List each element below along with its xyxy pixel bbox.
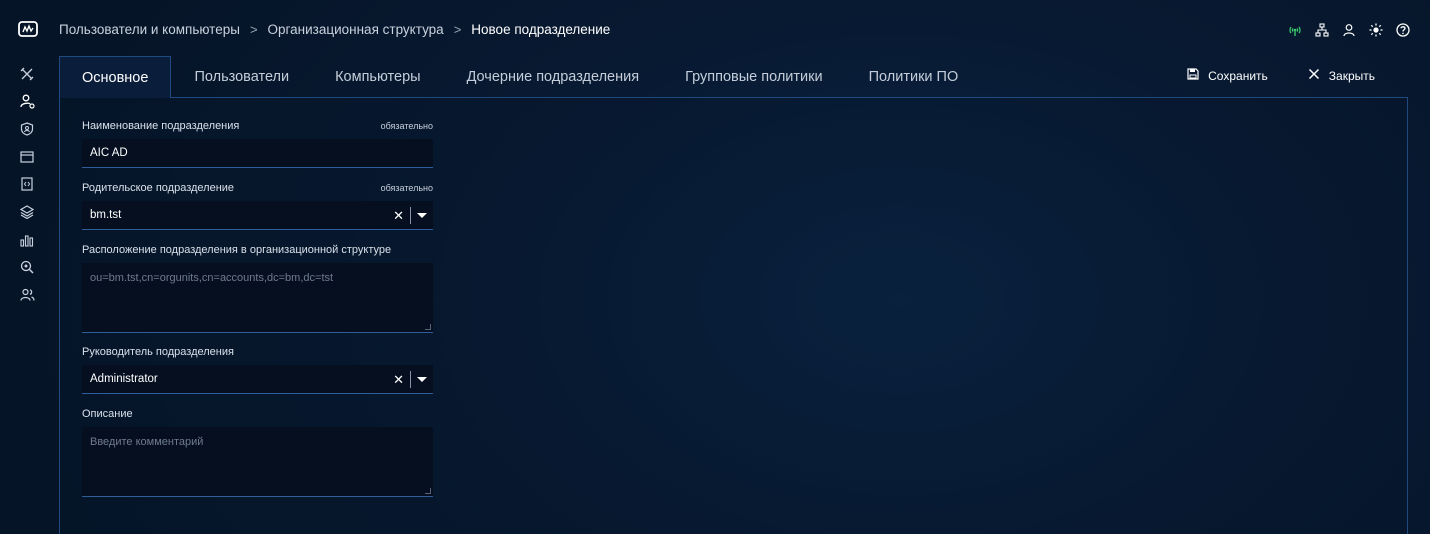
unit-name-input[interactable]: AIC AD	[82, 139, 433, 168]
unit-manager-select[interactable]: Administrator ✕	[82, 365, 433, 394]
tab-child-units[interactable]: Дочерние подразделения	[444, 56, 663, 98]
select-divider	[410, 371, 411, 388]
unit-name-label: Наименование подразделения	[82, 120, 240, 132]
wifi-icon[interactable]	[1287, 22, 1302, 37]
parent-unit-value: bm.tst	[90, 209, 122, 221]
field-description: Описание Введите комментарий	[82, 408, 433, 497]
save-icon	[1187, 68, 1199, 83]
tab-group-policies[interactable]: Групповые политики	[662, 56, 846, 98]
breadcrumb-item-org-structure[interactable]: Организационная структура	[268, 22, 444, 37]
field-unit-manager: Руководитель подразделения Administrator…	[82, 346, 433, 394]
users-settings-icon[interactable]	[19, 94, 35, 110]
unit-location-label: Расположение подразделения в организацио…	[82, 244, 392, 256]
description-textarea[interactable]: Введите комментарий	[82, 427, 433, 497]
window-icon[interactable]	[19, 149, 35, 165]
close-button[interactable]: Закрыть	[1308, 68, 1375, 83]
help-icon[interactable]	[1395, 22, 1410, 37]
sidebar	[19, 66, 37, 314]
save-label: Сохранить	[1208, 68, 1268, 83]
user-icon[interactable]	[1341, 22, 1356, 37]
description-placeholder: Введите комментарий	[90, 436, 204, 448]
breadcrumb-item-current: Новое подразделение	[471, 22, 611, 37]
tab-software-policies[interactable]: Политики ПО	[846, 56, 982, 98]
clear-parent-icon[interactable]: ✕	[393, 208, 404, 224]
clear-manager-icon[interactable]: ✕	[393, 372, 404, 388]
tab-computers[interactable]: Компьютеры	[312, 56, 443, 98]
chevron-down-icon[interactable]	[417, 213, 427, 218]
unit-manager-label: Руководитель подразделения	[82, 346, 234, 358]
breadcrumb: Пользователи и компьютеры > Организацион…	[59, 22, 610, 37]
resize-handle-icon[interactable]	[425, 488, 431, 494]
unit-location-textarea[interactable]: ou=bm.tst,cn=orgunits,cn=accounts,dc=bm,…	[82, 263, 433, 333]
field-parent-unit: Родительское подразделение обязательно b…	[82, 182, 433, 230]
zoom-search-icon[interactable]	[19, 259, 35, 275]
tab-general[interactable]: Основное	[59, 56, 172, 98]
network-icon[interactable]	[1314, 22, 1329, 37]
unit-location-value: ou=bm.tst,cn=orgunits,cn=accounts,dc=bm,…	[90, 272, 334, 284]
field-unit-location: Расположение подразделения в организацио…	[82, 244, 433, 333]
parent-unit-select[interactable]: bm.tst ✕	[82, 201, 433, 230]
breadcrumb-separator: >	[453, 22, 462, 37]
bar-chart-icon[interactable]	[19, 232, 35, 248]
header-toolbar	[1287, 22, 1410, 37]
tab-users[interactable]: Пользователи	[171, 56, 312, 98]
field-unit-name: Наименование подразделения обязательно A…	[82, 120, 433, 168]
shield-icon[interactable]	[19, 121, 35, 137]
resize-handle-icon[interactable]	[425, 324, 431, 330]
unit-manager-value: Administrator	[90, 373, 158, 385]
code-file-icon[interactable]	[19, 176, 35, 192]
close-label: Закрыть	[1328, 68, 1375, 83]
description-label: Описание	[82, 408, 133, 420]
tab-bar: Основное Пользователи Компьютеры Дочерни…	[59, 56, 981, 98]
tools-icon[interactable]	[19, 66, 35, 82]
sun-icon[interactable]	[1368, 22, 1383, 37]
breadcrumb-item-users-computers[interactable]: Пользователи и компьютеры	[59, 22, 240, 37]
unit-name-value: AIC AD	[90, 147, 128, 159]
chevron-down-icon[interactable]	[417, 377, 427, 382]
save-button[interactable]: Сохранить	[1187, 68, 1268, 83]
close-icon	[1308, 68, 1320, 83]
top-bar: Пользователи и компьютеры > Организацион…	[0, 0, 1430, 60]
required-badge: обязательно	[380, 183, 433, 193]
form-actions: Сохранить Закрыть	[1187, 68, 1375, 83]
group-icon[interactable]	[19, 287, 35, 303]
required-badge: обязательно	[380, 121, 433, 131]
layers-icon[interactable]	[19, 204, 35, 220]
app-logo-icon[interactable]	[18, 21, 38, 39]
select-divider	[410, 207, 411, 224]
parent-unit-label: Родительское подразделение	[82, 182, 235, 194]
breadcrumb-separator: >	[249, 22, 258, 37]
